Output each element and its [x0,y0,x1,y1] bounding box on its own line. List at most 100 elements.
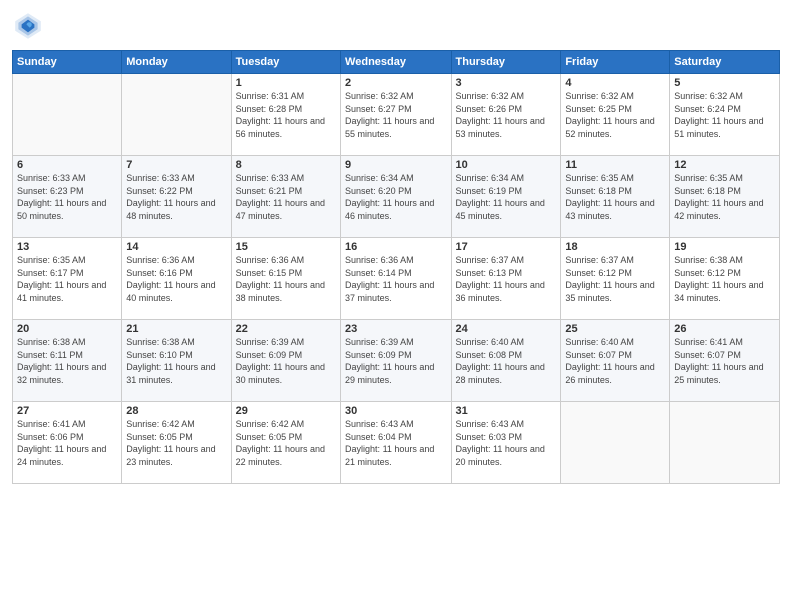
day-number: 15 [236,241,336,253]
calendar-cell: 11Sunrise: 6:35 AM Sunset: 6:18 PM Dayli… [561,156,670,238]
day-number: 21 [126,323,226,335]
day-number: 1 [236,77,336,89]
calendar-cell: 26Sunrise: 6:41 AM Sunset: 6:07 PM Dayli… [670,320,780,402]
day-info: Sunrise: 6:34 AM Sunset: 6:20 PM Dayligh… [345,172,446,222]
calendar-body: 1Sunrise: 6:31 AM Sunset: 6:28 PM Daylig… [13,74,780,484]
weekday-header-monday: Monday [122,51,231,74]
day-number: 11 [565,159,665,171]
calendar-cell: 12Sunrise: 6:35 AM Sunset: 6:18 PM Dayli… [670,156,780,238]
day-info: Sunrise: 6:37 AM Sunset: 6:12 PM Dayligh… [565,254,665,304]
page: SundayMondayTuesdayWednesdayThursdayFrid… [0,0,792,612]
week-row-1: 1Sunrise: 6:31 AM Sunset: 6:28 PM Daylig… [13,74,780,156]
calendar-cell: 30Sunrise: 6:43 AM Sunset: 6:04 PM Dayli… [341,402,451,484]
calendar-cell: 10Sunrise: 6:34 AM Sunset: 6:19 PM Dayli… [451,156,561,238]
logo [12,10,48,42]
calendar-cell [122,74,231,156]
day-info: Sunrise: 6:40 AM Sunset: 6:07 PM Dayligh… [565,336,665,386]
day-info: Sunrise: 6:33 AM Sunset: 6:21 PM Dayligh… [236,172,336,222]
logo-icon [12,10,44,42]
calendar-cell: 1Sunrise: 6:31 AM Sunset: 6:28 PM Daylig… [231,74,340,156]
calendar-cell: 27Sunrise: 6:41 AM Sunset: 6:06 PM Dayli… [13,402,122,484]
day-number: 7 [126,159,226,171]
day-number: 2 [345,77,446,89]
day-number: 5 [674,77,775,89]
day-info: Sunrise: 6:39 AM Sunset: 6:09 PM Dayligh… [236,336,336,386]
calendar-cell: 15Sunrise: 6:36 AM Sunset: 6:15 PM Dayli… [231,238,340,320]
calendar-cell: 28Sunrise: 6:42 AM Sunset: 6:05 PM Dayli… [122,402,231,484]
week-row-5: 27Sunrise: 6:41 AM Sunset: 6:06 PM Dayli… [13,402,780,484]
day-number: 12 [674,159,775,171]
day-info: Sunrise: 6:38 AM Sunset: 6:12 PM Dayligh… [674,254,775,304]
weekday-header-tuesday: Tuesday [231,51,340,74]
calendar-cell: 4Sunrise: 6:32 AM Sunset: 6:25 PM Daylig… [561,74,670,156]
day-info: Sunrise: 6:41 AM Sunset: 6:06 PM Dayligh… [17,418,117,468]
weekday-header-saturday: Saturday [670,51,780,74]
calendar-cell: 7Sunrise: 6:33 AM Sunset: 6:22 PM Daylig… [122,156,231,238]
calendar-cell: 21Sunrise: 6:38 AM Sunset: 6:10 PM Dayli… [122,320,231,402]
day-info: Sunrise: 6:32 AM Sunset: 6:25 PM Dayligh… [565,90,665,140]
calendar-cell: 13Sunrise: 6:35 AM Sunset: 6:17 PM Dayli… [13,238,122,320]
calendar-cell [13,74,122,156]
calendar-cell: 23Sunrise: 6:39 AM Sunset: 6:09 PM Dayli… [341,320,451,402]
calendar-cell: 14Sunrise: 6:36 AM Sunset: 6:16 PM Dayli… [122,238,231,320]
day-number: 3 [456,77,557,89]
calendar-header: SundayMondayTuesdayWednesdayThursdayFrid… [13,51,780,74]
day-number: 17 [456,241,557,253]
calendar-cell: 24Sunrise: 6:40 AM Sunset: 6:08 PM Dayli… [451,320,561,402]
weekday-header-wednesday: Wednesday [341,51,451,74]
calendar: SundayMondayTuesdayWednesdayThursdayFrid… [12,50,780,484]
day-number: 13 [17,241,117,253]
day-info: Sunrise: 6:31 AM Sunset: 6:28 PM Dayligh… [236,90,336,140]
day-number: 25 [565,323,665,335]
day-info: Sunrise: 6:42 AM Sunset: 6:05 PM Dayligh… [236,418,336,468]
day-number: 20 [17,323,117,335]
day-number: 29 [236,405,336,417]
day-number: 28 [126,405,226,417]
day-info: Sunrise: 6:37 AM Sunset: 6:13 PM Dayligh… [456,254,557,304]
calendar-cell: 6Sunrise: 6:33 AM Sunset: 6:23 PM Daylig… [13,156,122,238]
day-info: Sunrise: 6:34 AM Sunset: 6:19 PM Dayligh… [456,172,557,222]
day-info: Sunrise: 6:35 AM Sunset: 6:18 PM Dayligh… [565,172,665,222]
day-info: Sunrise: 6:39 AM Sunset: 6:09 PM Dayligh… [345,336,446,386]
calendar-cell: 9Sunrise: 6:34 AM Sunset: 6:20 PM Daylig… [341,156,451,238]
week-row-2: 6Sunrise: 6:33 AM Sunset: 6:23 PM Daylig… [13,156,780,238]
day-info: Sunrise: 6:32 AM Sunset: 6:24 PM Dayligh… [674,90,775,140]
calendar-cell: 20Sunrise: 6:38 AM Sunset: 6:11 PM Dayli… [13,320,122,402]
day-info: Sunrise: 6:43 AM Sunset: 6:04 PM Dayligh… [345,418,446,468]
day-number: 16 [345,241,446,253]
day-info: Sunrise: 6:42 AM Sunset: 6:05 PM Dayligh… [126,418,226,468]
calendar-cell: 8Sunrise: 6:33 AM Sunset: 6:21 PM Daylig… [231,156,340,238]
day-info: Sunrise: 6:35 AM Sunset: 6:18 PM Dayligh… [674,172,775,222]
weekday-header-sunday: Sunday [13,51,122,74]
header [12,10,780,42]
week-row-3: 13Sunrise: 6:35 AM Sunset: 6:17 PM Dayli… [13,238,780,320]
day-info: Sunrise: 6:41 AM Sunset: 6:07 PM Dayligh… [674,336,775,386]
day-info: Sunrise: 6:36 AM Sunset: 6:15 PM Dayligh… [236,254,336,304]
day-number: 23 [345,323,446,335]
day-number: 4 [565,77,665,89]
day-number: 24 [456,323,557,335]
calendar-cell: 18Sunrise: 6:37 AM Sunset: 6:12 PM Dayli… [561,238,670,320]
weekday-row: SundayMondayTuesdayWednesdayThursdayFrid… [13,51,780,74]
day-info: Sunrise: 6:40 AM Sunset: 6:08 PM Dayligh… [456,336,557,386]
calendar-cell: 19Sunrise: 6:38 AM Sunset: 6:12 PM Dayli… [670,238,780,320]
calendar-cell [561,402,670,484]
day-info: Sunrise: 6:43 AM Sunset: 6:03 PM Dayligh… [456,418,557,468]
day-number: 22 [236,323,336,335]
day-number: 31 [456,405,557,417]
day-info: Sunrise: 6:33 AM Sunset: 6:22 PM Dayligh… [126,172,226,222]
calendar-cell: 5Sunrise: 6:32 AM Sunset: 6:24 PM Daylig… [670,74,780,156]
day-info: Sunrise: 6:38 AM Sunset: 6:11 PM Dayligh… [17,336,117,386]
day-number: 26 [674,323,775,335]
day-info: Sunrise: 6:32 AM Sunset: 6:26 PM Dayligh… [456,90,557,140]
day-number: 9 [345,159,446,171]
calendar-cell: 3Sunrise: 6:32 AM Sunset: 6:26 PM Daylig… [451,74,561,156]
calendar-cell: 2Sunrise: 6:32 AM Sunset: 6:27 PM Daylig… [341,74,451,156]
calendar-cell: 17Sunrise: 6:37 AM Sunset: 6:13 PM Dayli… [451,238,561,320]
day-number: 10 [456,159,557,171]
calendar-cell: 22Sunrise: 6:39 AM Sunset: 6:09 PM Dayli… [231,320,340,402]
day-number: 6 [17,159,117,171]
weekday-header-thursday: Thursday [451,51,561,74]
calendar-cell: 25Sunrise: 6:40 AM Sunset: 6:07 PM Dayli… [561,320,670,402]
day-info: Sunrise: 6:36 AM Sunset: 6:14 PM Dayligh… [345,254,446,304]
